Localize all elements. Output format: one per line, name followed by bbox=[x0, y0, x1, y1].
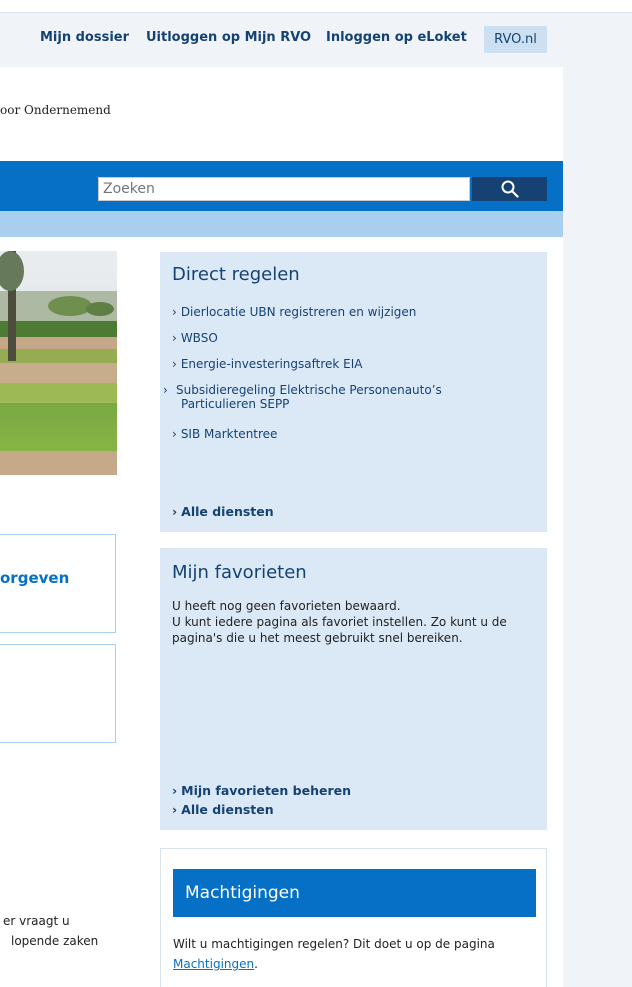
direct-regelen-title: Direct regelen bbox=[172, 264, 300, 285]
machtigingen-text: Wilt u machtigingen regelen? Dit doet u … bbox=[173, 937, 495, 971]
search-button[interactable] bbox=[472, 177, 547, 201]
favorieten-beheren-link[interactable]: › Mijn favorieten beheren bbox=[172, 783, 351, 798]
machtigingen-link[interactable]: Machtigingen bbox=[173, 957, 254, 971]
machtigingen-panel: Machtigingen Wilt u machtigingen regelen… bbox=[160, 848, 547, 987]
chevron-right-icon: › bbox=[172, 427, 177, 441]
top-strip-divider bbox=[0, 12, 632, 13]
rvo-nl-button[interactable]: RVO.nl bbox=[484, 26, 547, 53]
direct-regelen-panel: Direct regelen › Dierlocatie UBN registre… bbox=[160, 252, 547, 532]
favorieten-text: U heeft nog geen favorieten bewaard. U k… bbox=[172, 599, 507, 645]
chevron-right-icon: › bbox=[172, 504, 178, 519]
direct-regelen-item[interactable]: › Subsidieregeling Elektrische Personenau… bbox=[163, 383, 471, 411]
search-input[interactable] bbox=[98, 177, 470, 201]
favorieten-panel: Mijn favorieten U heeft nog geen favorie… bbox=[160, 548, 547, 830]
favorieten-title: Mijn favorieten bbox=[172, 562, 307, 583]
chevron-right-icon: › bbox=[172, 357, 177, 371]
nav-link-uitloggen[interactable]: Uitloggen op Mijn RVO bbox=[146, 30, 311, 45]
direct-regelen-item[interactable]: › SIB Marktentree bbox=[172, 427, 277, 441]
left-link-box-1[interactable]: orgeven bbox=[0, 534, 116, 633]
machtigingen-title: Machtigingen bbox=[185, 883, 300, 903]
left-snippet-line-1: er vraagt u bbox=[3, 914, 70, 928]
nav-link-mijn-dossier[interactable]: Mijn dossier bbox=[40, 30, 129, 45]
left-link-box-1-label: orgeven bbox=[0, 569, 70, 587]
favorieten-alle-diensten-link[interactable]: › Alle diensten bbox=[172, 802, 274, 817]
logo-text[interactable]: oor Ondernemend bbox=[0, 103, 111, 117]
search-icon bbox=[501, 180, 519, 198]
direct-regelen-item[interactable]: › Energie-investeringsaftrek EIA bbox=[172, 357, 363, 371]
left-snippet-line-2: lopende zaken bbox=[11, 934, 99, 948]
left-link-box-2[interactable] bbox=[0, 644, 116, 743]
machtigingen-header: Machtigingen bbox=[173, 869, 536, 917]
alle-diensten-link[interactable]: › Alle diensten bbox=[172, 504, 274, 519]
direct-regelen-item[interactable]: › WBSO bbox=[172, 331, 218, 345]
nav-link-inloggen-eloket[interactable]: Inloggen op eLoket bbox=[326, 30, 467, 45]
landscape-photo bbox=[0, 251, 117, 475]
chevron-right-icon: › bbox=[172, 802, 178, 817]
subnav-bar bbox=[0, 211, 563, 237]
chevron-right-icon: › bbox=[172, 783, 178, 798]
direct-regelen-item[interactable]: › Dierlocatie UBN registreren en wijzigen bbox=[172, 305, 416, 319]
chevron-right-icon: › bbox=[172, 331, 177, 345]
chevron-right-icon: › bbox=[172, 305, 177, 319]
